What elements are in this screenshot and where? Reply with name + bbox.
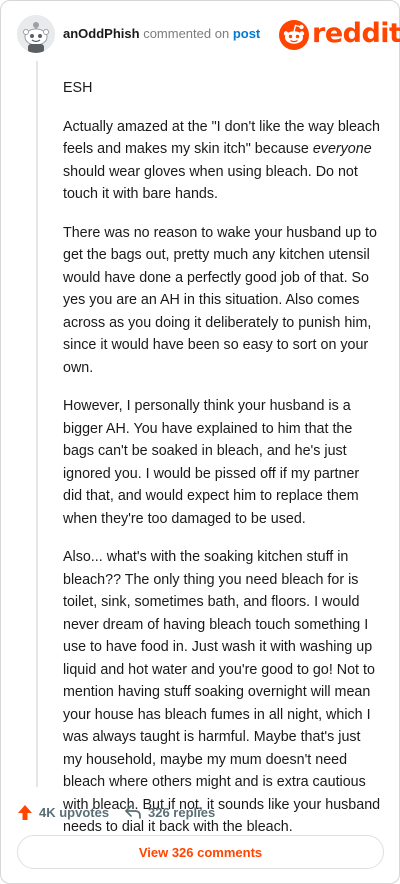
comment-header: anOddPhish commented on post reddit (1, 1, 400, 71)
snoo-avatar-icon (17, 15, 55, 53)
reply-arrow-icon (125, 805, 141, 819)
emphasized-word: everyone (312, 141, 372, 157)
reddit-logo[interactable]: reddit (279, 18, 400, 52)
comment-paragraph: There was no reason to wake your husband… (63, 224, 377, 376)
upvote-button[interactable]: 4K upvotes (17, 801, 109, 823)
post-link[interactable]: post (233, 26, 260, 41)
view-comments-button[interactable]: View 326 comments (17, 835, 384, 869)
thread-line[interactable] (36, 61, 38, 787)
comment-paragraph: ESH (63, 80, 93, 96)
comment-paragraph: Also... what's with the soaking kitchen … (63, 549, 381, 835)
comment-body: ESH Actually amazed at the "I don't like… (63, 77, 381, 855)
comment-meta: anOddPhish commented on post (63, 26, 260, 41)
reddit-wordmark: reddit (312, 18, 400, 49)
username-link[interactable]: anOddPhish (63, 26, 140, 41)
upvote-count: 4K upvotes (39, 804, 110, 820)
commented-on-text: commented on (143, 26, 230, 41)
replies-button[interactable]: 326 replies (124, 801, 215, 823)
upvote-arrow-icon (18, 804, 32, 820)
comment-paragraph: However, I personally think your husband… (63, 398, 360, 527)
comment-card: anOddPhish commented on post reddit ESH … (0, 0, 400, 884)
reddit-snoo-icon (279, 20, 309, 50)
reply-count: 326 replies (148, 804, 216, 820)
comment-paragraph: Actually amazed at the "I don't like the… (63, 118, 380, 203)
user-avatar[interactable] (17, 15, 55, 53)
comment-actions: 4K upvotes 326 replies (17, 801, 387, 823)
